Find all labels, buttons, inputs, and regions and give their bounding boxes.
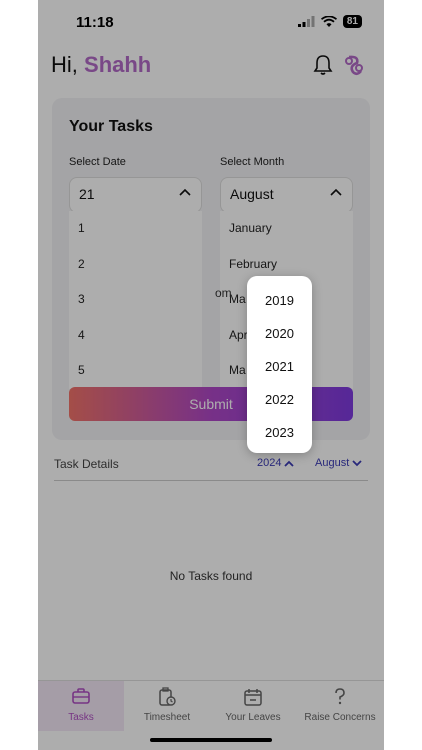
year-picker-popup: 2019 2020 2021 2022 2023	[247, 276, 312, 453]
year-option[interactable]: 2019	[247, 284, 312, 317]
year-option[interactable]: 2022	[247, 383, 312, 416]
modal-overlay[interactable]	[38, 0, 384, 750]
year-option[interactable]: 2021	[247, 350, 312, 383]
year-option[interactable]: 2023	[247, 416, 312, 449]
app-screen: 11:18 81 Hi, Shahh Your Tasks Select Dat…	[38, 0, 384, 750]
year-option[interactable]: 2020	[247, 317, 312, 350]
